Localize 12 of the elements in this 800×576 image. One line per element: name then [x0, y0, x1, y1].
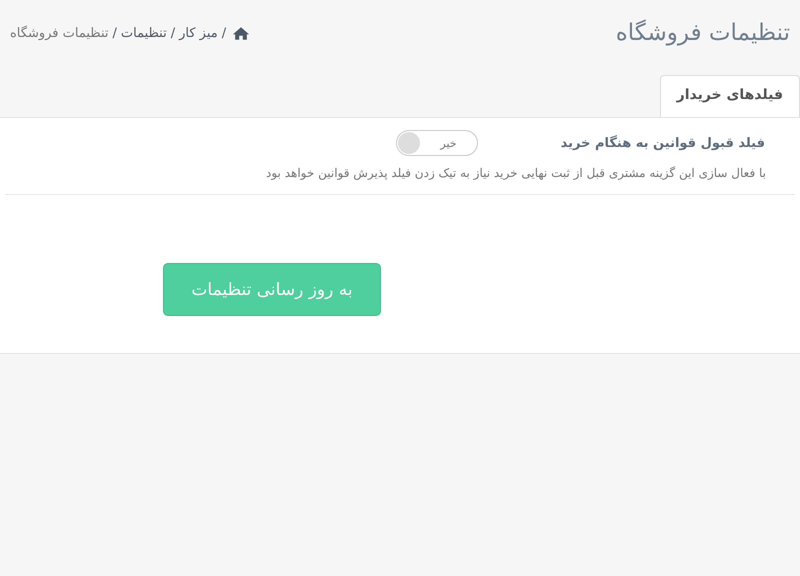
tab[interactable]: فیلدهای خریدار	[660, 75, 800, 117]
breadcrumb-separator: /	[112, 26, 117, 40]
home-icon[interactable]	[232, 26, 250, 40]
breadcrumb-link[interactable]: تنظیمات	[120, 26, 167, 40]
page-title: تنظیمات فروشگاه	[616, 20, 790, 46]
breadcrumb-separator: /	[170, 26, 176, 40]
toggle-switch[interactable]: خیر	[396, 130, 478, 156]
toggle-state: خیر	[440, 136, 457, 150]
breadcrumb-separator: /	[222, 26, 226, 40]
breadcrumb-link[interactable]: میز کار	[179, 26, 218, 40]
setting-description: با فعال سازی این گزینه مشتری قبل از ثبت نهایی خرید نیاز به تیک زدن فیلد پذیرش قوانین خواهد بود	[265, 166, 766, 180]
setting-label: فیلد قبول قوانین به هنگام خرید	[560, 136, 765, 150]
